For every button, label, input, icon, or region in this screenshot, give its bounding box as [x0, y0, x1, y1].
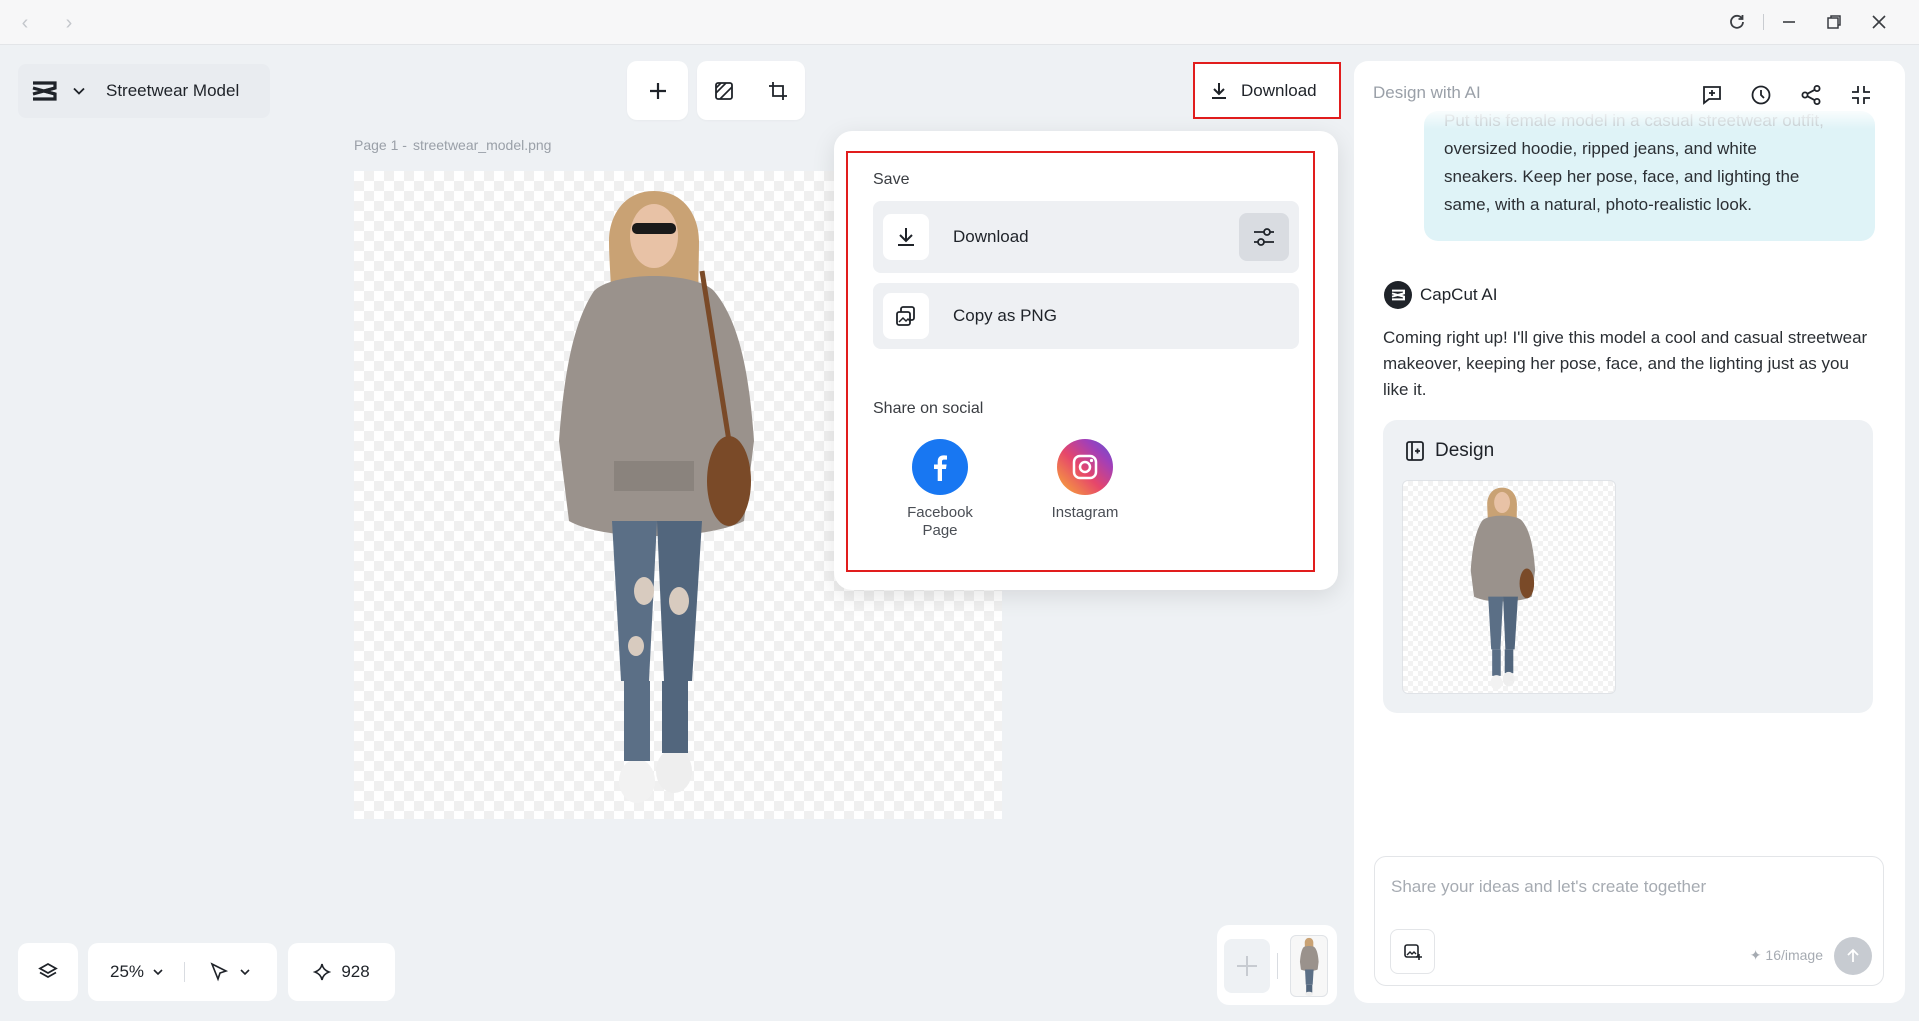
send-arrow-icon: [1847, 948, 1859, 962]
download-icon: [883, 214, 929, 260]
titlebar-divider: [1763, 14, 1764, 30]
download-button-label: Download: [1241, 80, 1317, 100]
chat-fade-overlay: [1354, 107, 1905, 129]
page-thumbnail-image: [1299, 937, 1319, 996]
download-icon: [1209, 81, 1229, 101]
page-1-thumbnail[interactable]: [1290, 935, 1328, 997]
project-name: Streetwear Model: [106, 81, 240, 100]
refresh-icon[interactable]: [1720, 8, 1754, 36]
file-name: streetwear_model.png: [412, 137, 552, 153]
zoom-and-tools-card: 25%: [88, 943, 277, 1001]
thumbnail-divider: [1277, 953, 1278, 979]
user-message-line: same, with a natural, photo-realistic lo…: [1444, 195, 1753, 214]
project-menu[interactable]: Streetwear Model: [18, 64, 270, 118]
panel-title: Design with AI: [1373, 83, 1481, 102]
add-icon: [1237, 956, 1257, 976]
download-button[interactable]: Download: [1193, 62, 1341, 119]
chevron-down-icon: [72, 84, 86, 98]
save-section-label: Save: [873, 171, 910, 188]
instagram-share[interactable]: Instagram: [1040, 439, 1130, 522]
prompt-input[interactable]: Share your ideas and let's create togeth…: [1391, 877, 1706, 897]
chevron-down-icon: [240, 969, 250, 976]
edit-tools-card: [697, 61, 805, 120]
sparkle-icon: [313, 963, 332, 981]
credit-cost: ✦ 16/image: [1749, 947, 1823, 963]
add-icon[interactable]: [640, 73, 676, 109]
design-result-card: Design: [1383, 420, 1873, 713]
title-bar: ‹ ›: [0, 0, 1919, 45]
sliders-icon: [1254, 228, 1274, 246]
toolbar-divider: [184, 962, 186, 982]
page-number: Page 1 -: [354, 137, 407, 153]
minimize-icon[interactable]: [1772, 8, 1806, 36]
download-settings-button[interactable]: [1239, 213, 1289, 261]
ai-panel: Design with AI Put this female model in …: [1354, 61, 1905, 1003]
design-label: Design: [1435, 440, 1495, 461]
prompt-input-box[interactable]: Share your ideas and let's create togeth…: [1374, 856, 1884, 986]
ai-name: CapCut AI: [1420, 285, 1498, 304]
download-option-label: Download: [953, 227, 1029, 246]
credits-button[interactable]: 928: [288, 943, 395, 1001]
chevron-down-icon: [153, 969, 163, 976]
layers-button[interactable]: [18, 943, 78, 1001]
ai-message: Coming right up! I'll give this model a …: [1383, 328, 1868, 399]
facebook-label-line2: Page: [922, 522, 958, 539]
restore-icon[interactable]: [1817, 8, 1851, 36]
add-card: [627, 61, 688, 120]
design-thumbnail-image: [1470, 487, 1536, 690]
forward-icon[interactable]: ›: [58, 12, 80, 35]
add-image-icon: [1403, 943, 1422, 960]
share-section-label: Share on social: [873, 400, 984, 417]
design-header: Design: [1405, 440, 1494, 462]
credit-cost-label: 16/image: [1765, 947, 1823, 963]
capcut-ai-avatar: [1384, 281, 1412, 309]
page-label: Page 1 - streetwear_model.png: [354, 137, 551, 153]
send-button[interactable]: [1834, 937, 1872, 975]
facebook-label: Facebook Page: [895, 504, 985, 540]
add-image-button[interactable]: [1390, 929, 1435, 974]
ai-header: CapCut AI: [1384, 281, 1498, 309]
resize-icon[interactable]: [760, 73, 796, 109]
user-message-line: oversized hoodie, ripped jeans, and whit…: [1444, 139, 1757, 158]
design-icon: [1406, 441, 1424, 461]
user-message-line: sneakers. Keep her pose, face, and light…: [1444, 167, 1800, 186]
cursor-icon: [210, 962, 229, 982]
facebook-label-line1: Facebook: [907, 504, 973, 521]
instagram-icon: [1057, 439, 1113, 495]
design-thumbnail[interactable]: [1402, 480, 1616, 694]
add-page-button[interactable]: [1224, 939, 1270, 993]
pointer-tool[interactable]: [209, 962, 251, 982]
facebook-share[interactable]: Facebook Page: [895, 439, 985, 540]
zoom-selector[interactable]: 25%: [110, 962, 164, 982]
download-option[interactable]: Download: [873, 201, 1299, 273]
back-icon[interactable]: ‹: [14, 12, 36, 35]
remove-background-icon[interactable]: [706, 73, 742, 109]
credits-value: 928: [341, 962, 370, 981]
facebook-icon: [912, 439, 968, 495]
layers-icon: [38, 962, 58, 979]
page-thumbnails: [1217, 925, 1337, 1005]
user-message: Put this female model in a casual street…: [1424, 111, 1875, 241]
instagram-label: Instagram: [1051, 504, 1119, 521]
capcut-logo-icon: [28, 78, 60, 104]
close-icon[interactable]: [1862, 8, 1896, 36]
copy-image-icon: [883, 293, 929, 339]
copy-as-png-option[interactable]: Copy as PNG: [873, 283, 1299, 349]
copy-as-png-label: Copy as PNG: [953, 306, 1057, 325]
zoom-value: 25%: [110, 962, 145, 981]
